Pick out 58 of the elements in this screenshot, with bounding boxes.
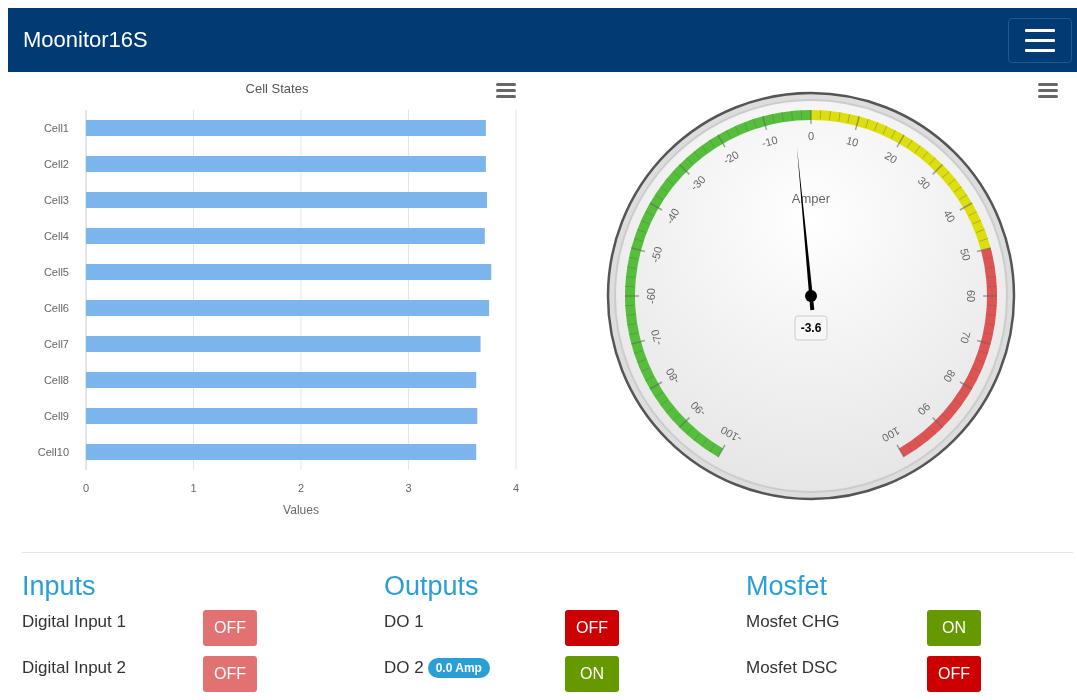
menu-icon[interactable]: [496, 83, 516, 98]
scale-label: -50: [648, 245, 665, 264]
category-label: Cell8: [43, 374, 69, 386]
row-label: DO 2: [384, 658, 424, 678]
scale-label: 50: [958, 247, 973, 263]
scale-label: -80: [663, 366, 682, 386]
scale-label: -10: [760, 133, 779, 150]
current-badge: 0.0 Amp: [427, 658, 490, 678]
scale-label: -20: [721, 148, 741, 167]
gauge-value: -3.6: [800, 321, 822, 335]
scale-label: 0: [807, 130, 815, 142]
category-label: Cell4: [43, 230, 69, 242]
axis-tick-label: 1: [190, 482, 197, 494]
chart-title: Cell States: [245, 81, 309, 96]
category-label: Cell7: [43, 338, 69, 350]
scale-label: 90: [915, 400, 933, 418]
scale-label: 10: [844, 134, 860, 149]
category-label: Cell6: [43, 302, 69, 314]
menu-button[interactable]: [1008, 17, 1072, 63]
row-label: Mosfet CHG: [746, 612, 840, 632]
scale-label: -90: [688, 399, 708, 419]
row-label: Digital Input 2: [22, 658, 126, 678]
toggle-button[interactable]: ON: [565, 656, 619, 692]
value-label-background: [794, 315, 828, 341]
scale-label: -60: [645, 288, 657, 304]
row-label: Digital Input 1: [22, 612, 126, 632]
category-label: Cell1: [43, 122, 69, 134]
toggle-button[interactable]: ON: [927, 610, 981, 646]
scale-label: -100: [718, 423, 744, 446]
menu-icon[interactable]: [1038, 83, 1058, 98]
scale-label: 70: [958, 329, 973, 345]
scale-label: 100: [880, 424, 902, 445]
scale-label: 60: [965, 289, 977, 303]
scale-label: 20: [882, 149, 900, 166]
axis-tick-label: 3: [405, 482, 412, 494]
scale-label: 30: [915, 174, 933, 192]
category-label: Cell3: [43, 194, 69, 206]
scale-label: -70: [648, 328, 665, 347]
axis-tick-label: 0: [82, 482, 90, 494]
toggle-button[interactable]: OFF: [565, 610, 619, 646]
category-label: Cell2: [43, 158, 69, 170]
category-label: Cell9: [43, 410, 69, 422]
row-label: DO 1: [384, 612, 424, 632]
scale-label: -30: [688, 173, 708, 193]
category-label: Cell5: [43, 266, 69, 278]
axis-title: Values: [283, 503, 319, 517]
section-heading: Outputs: [384, 571, 480, 602]
section-heading: Mosfet: [746, 571, 829, 602]
scale-label: 40: [941, 207, 958, 225]
axis-tick-label: 4: [512, 482, 520, 494]
row-label: Mosfet DSC: [746, 658, 838, 678]
scale-label: -40: [663, 206, 682, 226]
app-title[interactable]: Moonitor16S: [23, 27, 148, 53]
axis-tick-label: 2: [297, 482, 305, 494]
category-label: Cell10: [37, 446, 69, 458]
scale-label: 80: [941, 367, 958, 385]
toggle-button[interactable]: OFF: [927, 656, 981, 692]
section-heading: Inputs: [22, 571, 97, 602]
